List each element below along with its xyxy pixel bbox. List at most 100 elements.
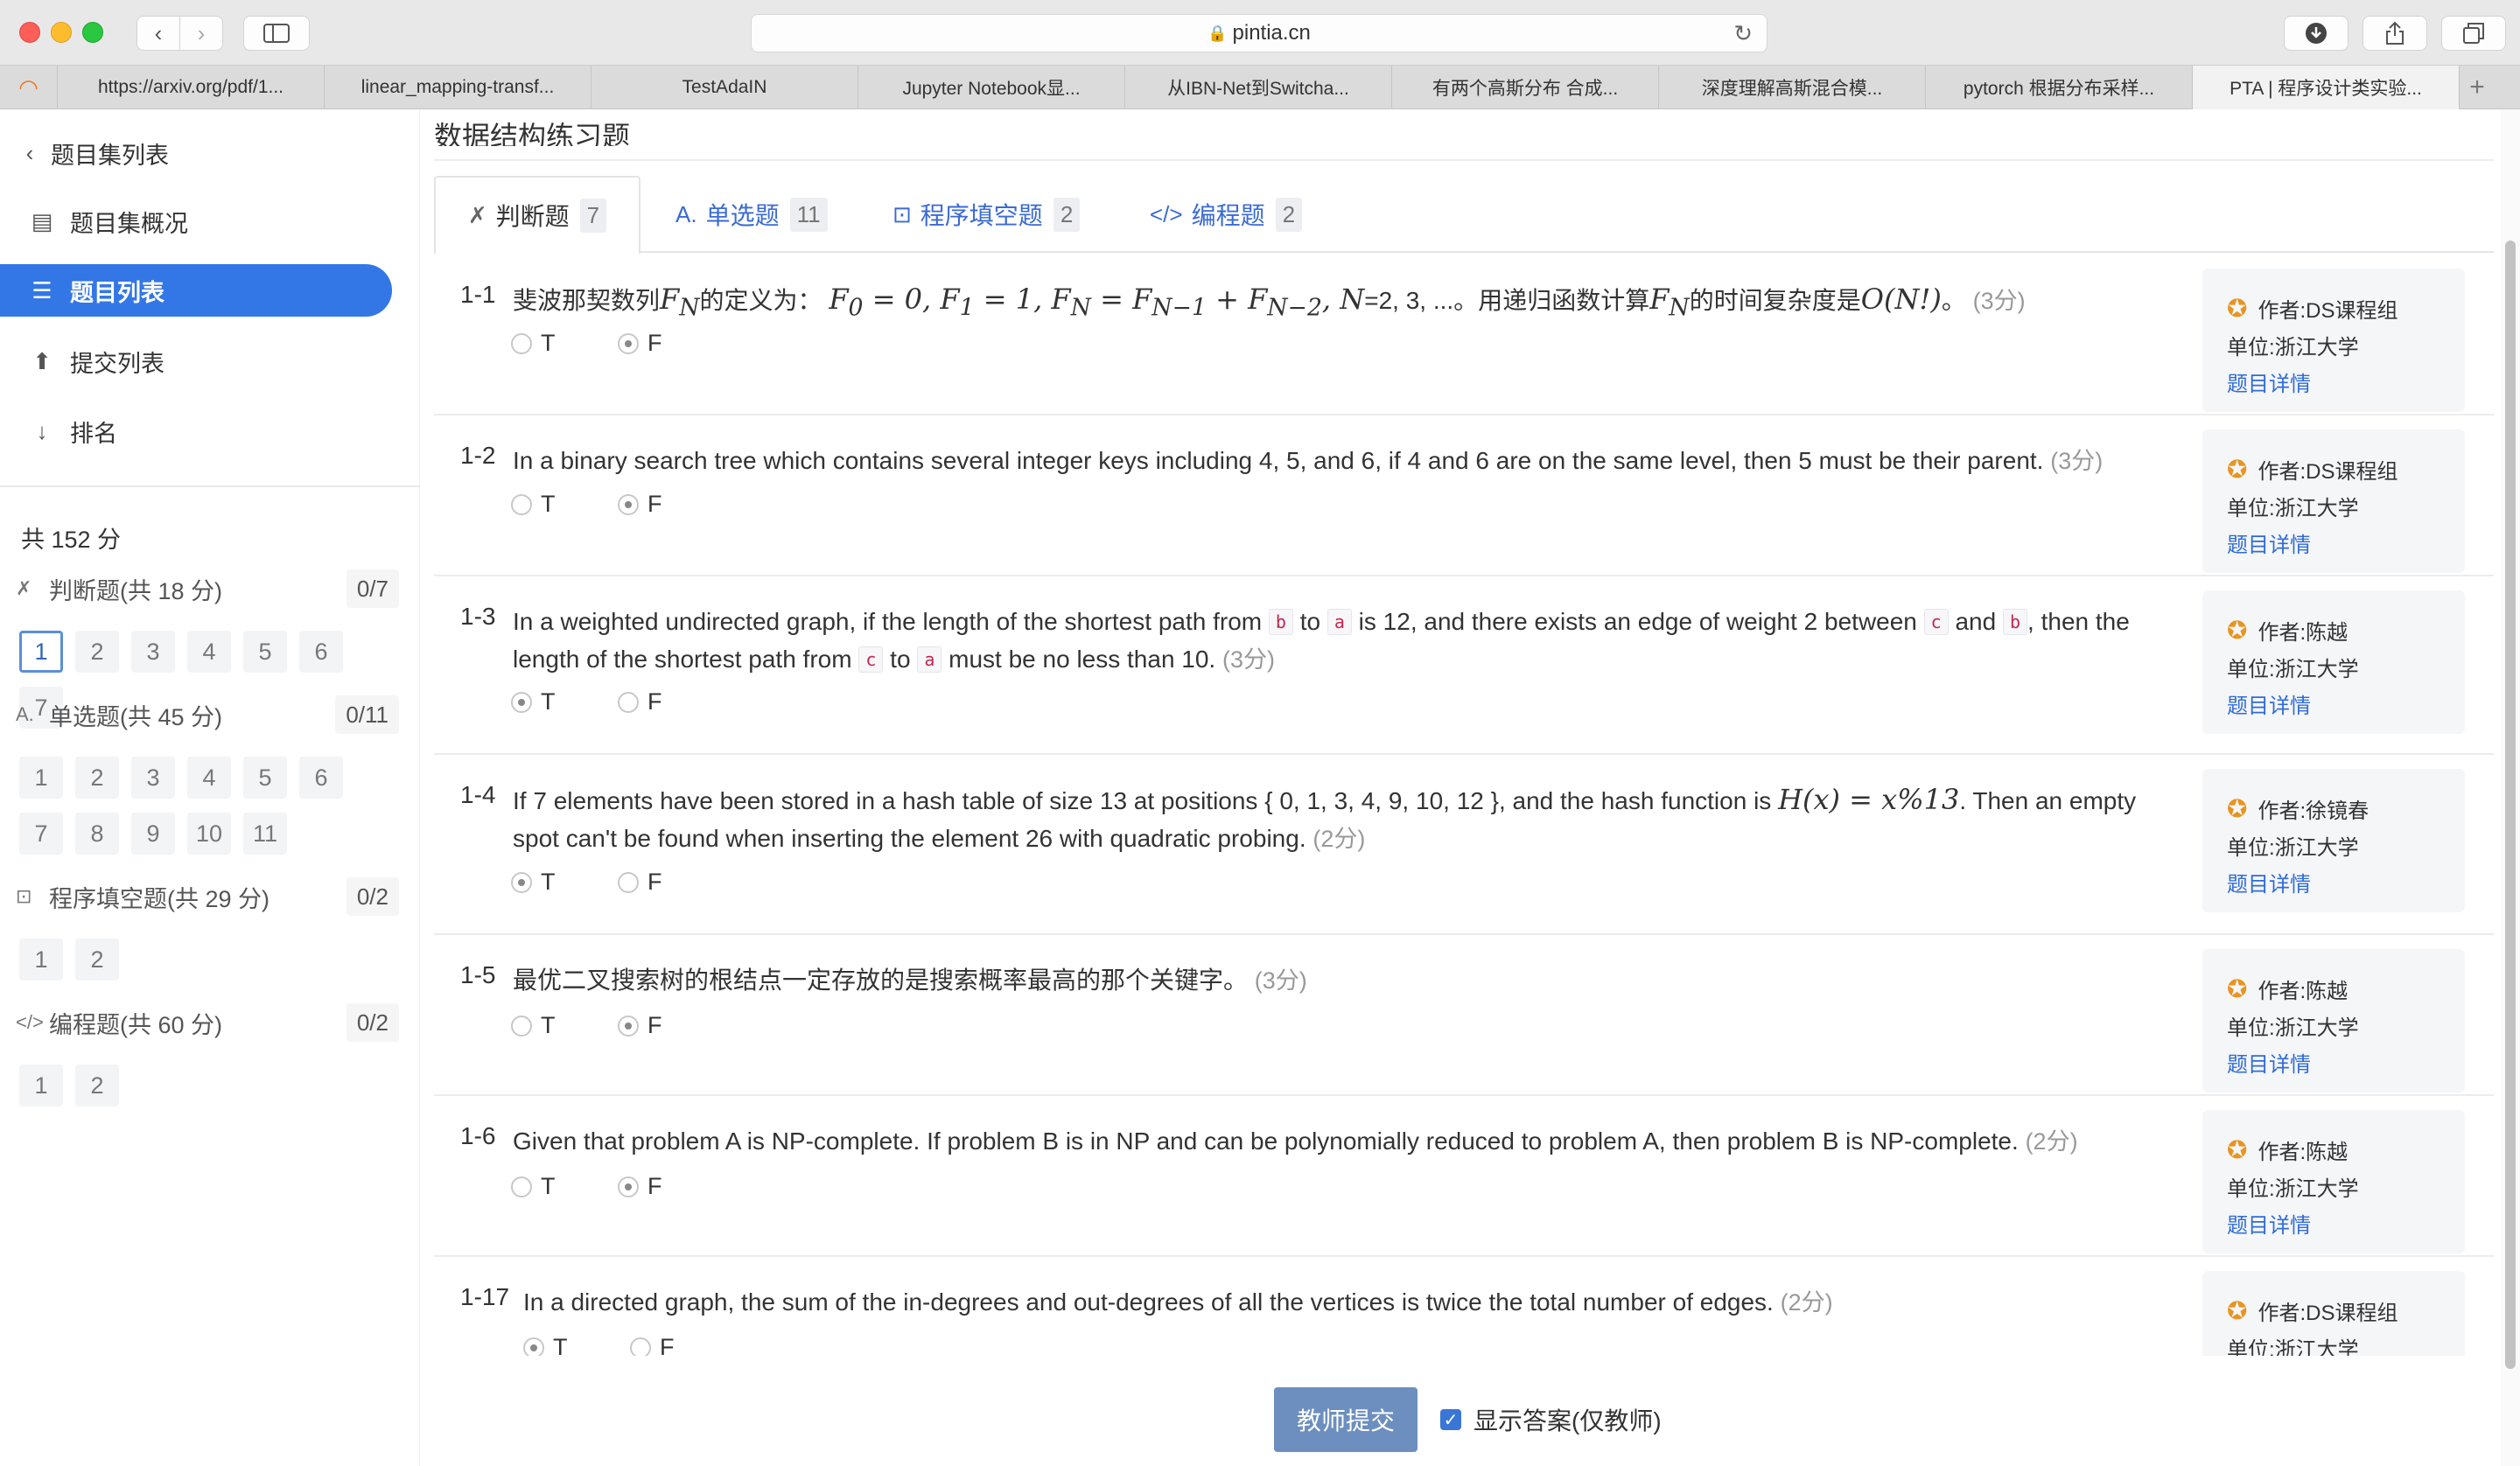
browser-tab[interactable]: 从IBN-Net到Switcha... bbox=[1125, 66, 1392, 109]
sidebar-item-label: 排名 bbox=[70, 420, 117, 447]
question-nav-button[interactable]: 7 bbox=[19, 813, 63, 855]
radio-button-selected[interactable] bbox=[618, 1176, 639, 1197]
question-detail-link[interactable]: 题目详情 bbox=[2227, 1208, 2311, 1239]
option-true[interactable]: T bbox=[511, 491, 618, 518]
browser-tab[interactable]: 深度理解高斯混合模... bbox=[1659, 66, 1926, 109]
question-nav-button[interactable]: 10 bbox=[187, 813, 231, 855]
unit-label: 单位: bbox=[2227, 1337, 2275, 1357]
question-nav-button[interactable]: 2 bbox=[75, 1065, 119, 1106]
checkbox-checked-icon[interactable]: ✓ bbox=[1440, 1409, 1461, 1430]
option-true[interactable]: T bbox=[523, 1334, 630, 1356]
question-nav-button[interactable]: 5 bbox=[243, 757, 287, 799]
close-window-button[interactable] bbox=[19, 22, 40, 43]
tab-overview-button[interactable] bbox=[2441, 16, 2506, 51]
radio-button[interactable] bbox=[511, 1015, 532, 1037]
question-nav-button[interactable]: 1 bbox=[19, 631, 63, 673]
address-bar[interactable]: 🔒 pintia.cn ↻ bbox=[751, 14, 1768, 52]
browser-tab[interactable]: https://arxiv.org/pdf/1... bbox=[58, 66, 325, 109]
question-nav-button[interactable]: 3 bbox=[131, 631, 175, 673]
radio-button-selected[interactable] bbox=[618, 493, 639, 515]
radio-button[interactable] bbox=[511, 493, 532, 515]
tab-program-fill[interactable]: ⊡ 程序填空题 2 bbox=[892, 176, 1081, 253]
sidebar-item-problem-list[interactable]: ☰ 题目列表 bbox=[0, 264, 392, 317]
scrollbar-thumb[interactable] bbox=[2505, 241, 2516, 1369]
tab-count: 7 bbox=[579, 198, 607, 233]
radio-button-selected[interactable] bbox=[618, 1015, 639, 1037]
question-nav-button[interactable]: 9 bbox=[131, 813, 175, 855]
question-row: 1-3 In a weighted undirected graph, if t… bbox=[434, 576, 2494, 755]
question-nav-button[interactable]: 6 bbox=[299, 631, 343, 673]
question-detail-link[interactable]: 题目详情 bbox=[2227, 366, 2311, 397]
option-true[interactable]: T bbox=[511, 330, 618, 357]
option-true[interactable]: T bbox=[511, 869, 618, 896]
sidebar-item-overview[interactable]: ▤ 题目集概况 bbox=[0, 195, 392, 248]
author-name: DS课程组 bbox=[2306, 298, 2398, 323]
option-true[interactable]: T bbox=[511, 688, 618, 716]
radio-button[interactable] bbox=[511, 332, 532, 354]
option-true[interactable]: T bbox=[511, 1012, 618, 1039]
back-button[interactable]: ‹ bbox=[136, 16, 180, 51]
question-detail-link[interactable]: 题目详情 bbox=[2227, 1047, 2311, 1078]
tab-programming[interactable]: </> 编程题 2 bbox=[1150, 176, 1303, 253]
question-nav-button[interactable]: 6 bbox=[299, 757, 343, 799]
question-nav-button[interactable]: 3 bbox=[131, 757, 175, 799]
browser-tab[interactable]: pytorch 根据分布采样... bbox=[1926, 66, 2193, 109]
option-false[interactable]: F bbox=[618, 1173, 724, 1200]
question-nav-button[interactable]: 2 bbox=[75, 757, 119, 799]
question-detail-link[interactable]: 题目详情 bbox=[2227, 867, 2311, 897]
option-false[interactable]: F bbox=[630, 1334, 737, 1356]
radio-button-selected[interactable] bbox=[523, 1337, 544, 1356]
question-nav-button[interactable]: 11 bbox=[243, 813, 287, 855]
question-nav-button[interactable]: 2 bbox=[75, 939, 119, 981]
teacher-submit-button[interactable]: 教师提交 bbox=[1274, 1387, 1418, 1452]
radio-button[interactable] bbox=[511, 1176, 532, 1197]
question-detail-link[interactable]: 题目详情 bbox=[2227, 688, 2311, 719]
sidebar-item-submissions[interactable]: ⬆ 提交列表 bbox=[0, 335, 392, 387]
browser-tab[interactable]: linear_mapping-transf... bbox=[325, 66, 592, 109]
pinned-tab-icon[interactable]: ◠ bbox=[0, 66, 58, 109]
question-nav-button[interactable]: 8 bbox=[75, 813, 119, 855]
math-formula: FN bbox=[660, 283, 700, 322]
question-detail-link[interactable]: 题目详情 bbox=[2227, 527, 2311, 558]
option-false[interactable]: F bbox=[618, 491, 724, 518]
browser-tab[interactable]: Jupyter Notebook显... bbox=[858, 66, 1125, 109]
question-text-part: In a binary search tree which contains s… bbox=[513, 447, 2044, 474]
minimize-window-button[interactable] bbox=[51, 22, 72, 43]
question-nav-button[interactable]: 4 bbox=[187, 631, 231, 673]
option-false[interactable]: F bbox=[618, 1012, 724, 1039]
radio-button[interactable] bbox=[618, 871, 639, 893]
back-to-problem-sets[interactable]: ‹ 题目集列表 bbox=[0, 127, 392, 179]
share-button[interactable] bbox=[2362, 16, 2427, 51]
tab-single-choice[interactable]: A. 单选题 11 bbox=[676, 176, 828, 253]
forward-button[interactable]: › bbox=[179, 16, 223, 51]
browser-tab[interactable]: TestAdaIN bbox=[592, 66, 858, 109]
radio-button[interactable] bbox=[618, 691, 639, 713]
question-nav-button[interactable]: 1 bbox=[19, 939, 63, 981]
question-nav-button[interactable]: 4 bbox=[187, 757, 231, 799]
author-label: 作者: bbox=[2258, 799, 2306, 823]
reload-icon[interactable]: ↻ bbox=[1733, 20, 1753, 47]
option-false[interactable]: F bbox=[618, 688, 724, 716]
option-false[interactable]: F bbox=[618, 869, 724, 896]
question-nav-button[interactable]: 1 bbox=[19, 1065, 63, 1106]
radio-button-selected[interactable] bbox=[511, 691, 532, 713]
question-nav-button[interactable]: 5 bbox=[243, 631, 287, 673]
browser-tab[interactable]: 有两个高斯分布 合成... bbox=[1392, 66, 1659, 109]
option-false[interactable]: F bbox=[618, 330, 724, 357]
zoom-window-button[interactable] bbox=[82, 22, 103, 43]
show-answer-toggle[interactable]: ✓ 显示答案(仅教师) bbox=[1440, 1387, 1662, 1452]
radio-button[interactable] bbox=[630, 1337, 651, 1356]
radio-button-selected[interactable] bbox=[511, 871, 532, 893]
author-name: 陈越 bbox=[2306, 979, 2348, 1003]
question-nav-button[interactable]: 1 bbox=[19, 757, 63, 799]
download-button[interactable] bbox=[2284, 16, 2348, 51]
sidebar-item-ranking[interactable]: ↓ 排名 bbox=[0, 405, 392, 457]
option-true[interactable]: T bbox=[511, 1173, 618, 1200]
sidebar-toggle-button[interactable] bbox=[243, 16, 310, 51]
radio-button-selected[interactable] bbox=[618, 332, 639, 354]
browser-tab-active[interactable]: PTA | 程序设计类实验... bbox=[2193, 66, 2460, 109]
tab-judge[interactable]: ✗ 判断题 7 bbox=[434, 176, 640, 255]
unit-name: 浙江大学 bbox=[2274, 335, 2359, 360]
new-tab-button[interactable]: + bbox=[2460, 66, 2495, 109]
question-nav-button[interactable]: 2 bbox=[75, 631, 119, 673]
